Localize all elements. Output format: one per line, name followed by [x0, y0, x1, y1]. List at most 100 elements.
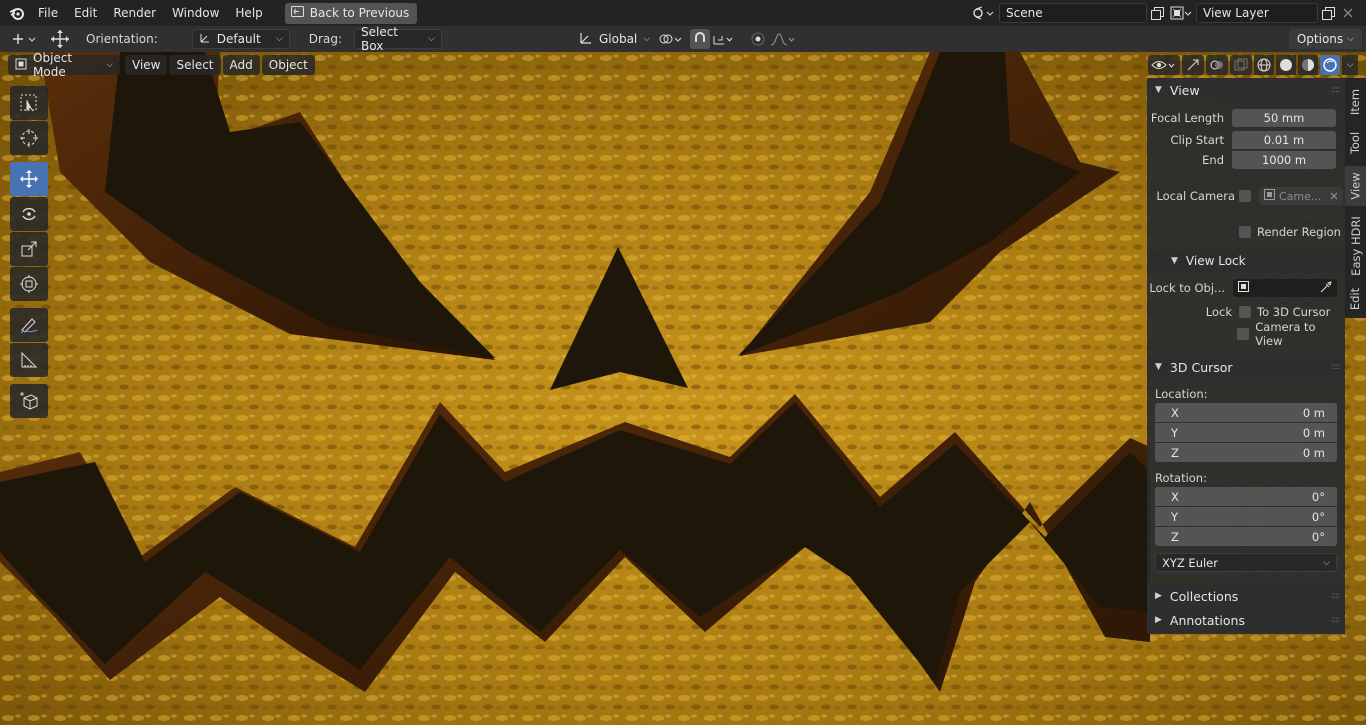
tab-view-label: View	[1348, 172, 1363, 200]
local-camera-field[interactable]: Came...	[1259, 187, 1343, 205]
lock-to-object-field[interactable]	[1233, 279, 1337, 297]
cursor-rotation-y-field[interactable]: Y 0°	[1155, 507, 1337, 526]
viewport-menu-select[interactable]: Select	[169, 55, 221, 75]
object-mode-dropdown[interactable]: Object Mode ⌵	[8, 51, 120, 79]
camera-to-view-label: Camera to View	[1255, 320, 1316, 348]
tool-select-mode-icon[interactable]	[8, 29, 40, 49]
transform-orientation-dropdown[interactable]: Global ⌵	[571, 29, 650, 49]
view-section-header[interactable]: ▼ View ::::	[1147, 78, 1345, 102]
drag-label: Drag:	[308, 32, 342, 46]
drag-dropdown[interactable]: Select Box ⌵	[353, 25, 442, 53]
tab-easy-hdri[interactable]: Easy HDRI	[1345, 212, 1366, 280]
collapsed-triangle-icon: ▶	[1155, 615, 1162, 625]
focal-length-label: Focal Length	[1150, 111, 1224, 125]
tool-settings-bar: Orientation: Default ⌵ Drag: Select Box …	[0, 25, 1366, 53]
axis-label: Z	[1171, 445, 1179, 460]
local-camera-checkbox[interactable]	[1239, 190, 1251, 202]
cursor-location-x-field[interactable]: X 0 m	[1155, 403, 1337, 422]
clear-x-icon[interactable]	[1330, 190, 1338, 203]
gizmo-icon[interactable]	[1182, 55, 1204, 75]
rotation-mode-dropdown[interactable]: XYZ Euler ⌵	[1155, 553, 1337, 572]
transform-tool-icon[interactable]	[10, 267, 48, 301]
rotate-tool-icon[interactable]	[10, 197, 48, 231]
sidebar-tabs: Item Tool View Easy HDRI Edit	[1345, 78, 1366, 318]
scene-name: Scene	[1006, 6, 1043, 20]
falloff-icon[interactable]	[768, 29, 798, 49]
axis-value: 0 m	[1302, 425, 1325, 440]
move-tool-icon[interactable]	[48, 29, 72, 49]
local-camera-value: Came...	[1279, 189, 1322, 203]
scale-tool-icon[interactable]	[10, 232, 48, 266]
view-layer-name-field[interactable]: View Layer	[1196, 3, 1318, 23]
3d-cursor-title: 3D Cursor	[1169, 359, 1233, 375]
focal-length-field[interactable]: 50 mm	[1232, 109, 1336, 127]
collapsed-triangle-icon: ▶	[1155, 591, 1162, 601]
shading-options-chevron-icon[interactable]: ⌵	[1342, 55, 1358, 75]
blender-logo-icon[interactable]	[4, 0, 30, 26]
menu-file[interactable]: File	[30, 2, 66, 24]
drag-grip-icon[interactable]: ::::	[1331, 362, 1340, 372]
orientation-value: Default	[216, 32, 261, 46]
cursor-rotation-z-field[interactable]: Z 0°	[1155, 527, 1337, 546]
view-layer-name: View Layer	[1203, 6, 1269, 20]
pivot-point-icon[interactable]	[656, 29, 686, 49]
eyedropper-icon[interactable]	[1320, 280, 1332, 296]
snap-target-icon[interactable]	[710, 29, 736, 49]
back-to-previous-button[interactable]: Back to Previous	[284, 2, 418, 24]
cursor-location-z-field[interactable]: Z 0 m	[1155, 443, 1337, 462]
select-box-tool-icon[interactable]	[10, 86, 48, 120]
drag-grip-icon[interactable]: ::::	[1331, 591, 1340, 601]
menu-help[interactable]: Help	[227, 2, 270, 24]
camera-to-view-checkbox[interactable]	[1237, 328, 1250, 340]
clip-end-field[interactable]: 1000 m	[1232, 151, 1336, 169]
add-cube-tool-icon[interactable]	[10, 384, 48, 418]
menu-edit[interactable]: Edit	[66, 2, 105, 24]
move-tool-button-icon[interactable]	[10, 162, 48, 196]
orientation-label: Orientation:	[86, 32, 158, 46]
shading-solid-icon[interactable]	[1276, 55, 1296, 75]
overlays-icon[interactable]	[1206, 55, 1228, 75]
cursor-rotation-x-field[interactable]: X 0°	[1155, 487, 1337, 506]
options-dropdown[interactable]: Options ⌵	[1288, 29, 1362, 49]
transform-space-value: Global	[598, 32, 638, 46]
expand-triangle-icon: ▼	[1155, 362, 1162, 372]
global-axes-icon	[579, 31, 593, 48]
drag-grip-icon[interactable]: ::::	[1331, 85, 1340, 95]
view-layer-icon[interactable]	[1166, 3, 1196, 23]
shading-wireframe-icon[interactable]	[1254, 55, 1274, 75]
annotations-section-header[interactable]: ▶ Annotations ::::	[1147, 608, 1345, 632]
menu-window[interactable]: Window	[164, 2, 227, 24]
view-layer-close-icon[interactable]	[1338, 3, 1358, 23]
menu-render[interactable]: Render	[105, 2, 164, 24]
lock-to-object-label: Lock to Obj...	[1149, 281, 1225, 295]
snap-toggle-icon[interactable]	[689, 29, 710, 49]
viewport-menu-view[interactable]: View	[125, 55, 168, 75]
to-3d-cursor-checkbox[interactable]	[1239, 306, 1251, 318]
orientation-dropdown[interactable]: Default ⌵	[191, 29, 290, 49]
xray-icon[interactable]	[1230, 55, 1252, 75]
view-lock-subsection-header[interactable]: ▼ View Lock	[1147, 250, 1345, 272]
annotate-tool-icon[interactable]	[10, 308, 48, 342]
clip-start-field[interactable]: 0.01 m	[1232, 131, 1336, 149]
cursor-tool-icon[interactable]	[10, 121, 48, 155]
tab-tool[interactable]: Tool	[1345, 126, 1366, 160]
shading-rendered-icon[interactable]	[1320, 55, 1340, 75]
proportional-edit-icon[interactable]	[748, 29, 768, 49]
cursor-location-y-field[interactable]: Y 0 m	[1155, 423, 1337, 442]
measure-tool-icon[interactable]	[10, 343, 48, 377]
scene-copy-icon[interactable]	[1147, 3, 1167, 23]
render-region-checkbox[interactable]	[1239, 226, 1251, 238]
viewport-menu-add[interactable]: Add	[222, 55, 260, 75]
visibility-eye-icon[interactable]	[1148, 55, 1180, 75]
3d-cursor-section-header[interactable]: ▼ 3D Cursor ::::	[1147, 355, 1345, 379]
drag-grip-icon[interactable]: ::::	[1331, 615, 1340, 625]
scene-icon[interactable]	[969, 3, 999, 23]
collections-section-header[interactable]: ▶ Collections ::::	[1147, 584, 1345, 608]
tab-view[interactable]: View	[1345, 166, 1366, 206]
view-layer-copy-icon[interactable]	[1318, 3, 1338, 23]
shading-material-icon[interactable]	[1298, 55, 1318, 75]
tab-edit[interactable]: Edit	[1345, 284, 1366, 314]
tab-item[interactable]: Item	[1345, 82, 1366, 122]
viewport-menu-object[interactable]: Object	[261, 55, 315, 75]
scene-name-field[interactable]: Scene	[999, 3, 1147, 23]
